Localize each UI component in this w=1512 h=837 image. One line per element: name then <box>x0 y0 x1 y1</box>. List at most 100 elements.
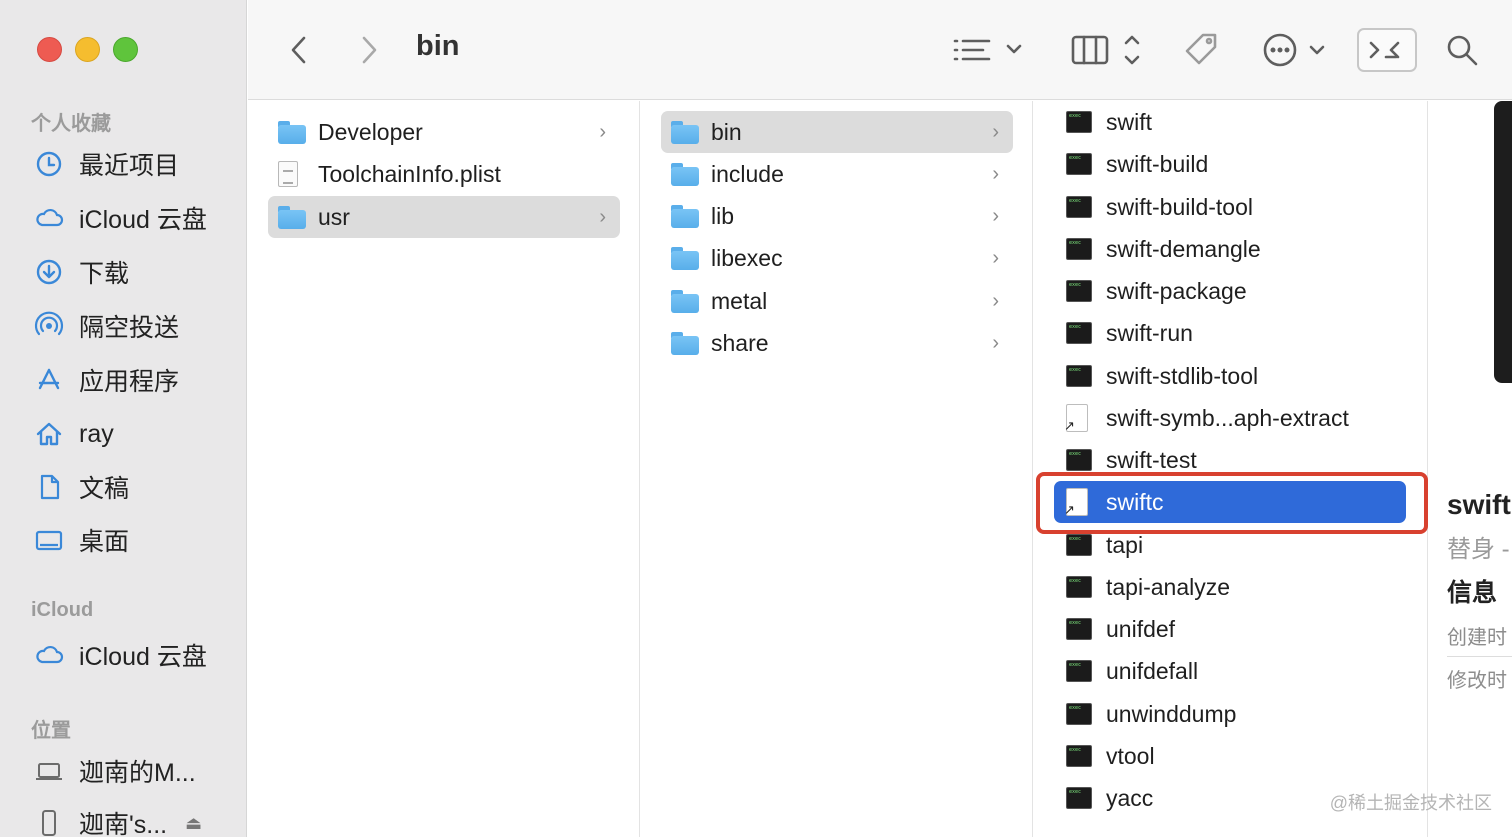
sidebar-item-label: 桌面 <box>79 528 130 556</box>
annotation-highlight-box <box>1036 472 1428 534</box>
sidebar-item-icloud-drive-2[interactable]: iCloud 云盘 <box>33 635 207 675</box>
chevron-right-icon: › <box>992 121 999 143</box>
item-name: swift-symb...aph-extract <box>1106 404 1349 431</box>
chevron-right-icon: › <box>992 247 999 269</box>
item-name: bin <box>711 118 742 145</box>
executable-icon <box>1066 194 1096 220</box>
item-name: lib <box>711 202 735 229</box>
list-item[interactable]: libexec › <box>661 237 1013 279</box>
sidebar-item-label: 下载 <box>79 260 130 288</box>
sidebar-item-home[interactable]: ray <box>33 414 114 454</box>
list-item[interactable]: unwinddump <box>1054 693 1406 735</box>
item-name: usr <box>318 203 350 230</box>
list-item[interactable]: swift-run <box>1054 312 1406 354</box>
sidebar-item-icloud-drive[interactable]: iCloud 云盘 <box>33 198 207 238</box>
executable-icon <box>1066 320 1096 346</box>
sidebar-item-label: 文稿 <box>79 475 130 503</box>
executable-icon <box>1066 236 1096 262</box>
terminal-button[interactable] <box>1357 28 1417 72</box>
executable-icon <box>1066 151 1096 177</box>
list-item[interactable]: Developer › <box>268 111 620 153</box>
item-name: unwinddump <box>1106 700 1237 727</box>
folder-icon <box>278 119 308 145</box>
column-2: bin › include › lib › libexec › metal › … <box>641 101 1033 837</box>
list-item[interactable]: unifdef <box>1054 608 1406 650</box>
executable-icon <box>1066 616 1096 642</box>
list-item[interactable]: unifdefall <box>1054 650 1406 692</box>
column-1: Developer › ToolchainInfo.plist usr › <box>248 101 640 837</box>
sidebar: 个人收藏 最近项目 iCloud 云盘 下载 隔空投送 应用程序 ray 文稿 … <box>0 0 247 837</box>
sidebar-item-applications[interactable]: 应用程序 <box>33 360 179 400</box>
phone-icon <box>33 807 65 837</box>
item-name: yacc <box>1106 784 1154 811</box>
executable-icon <box>1066 658 1096 684</box>
executable-icon <box>1066 785 1096 811</box>
preview-created-label: 创建时 <box>1447 627 1507 649</box>
folder-icon <box>671 119 701 145</box>
sidebar-item-label: 隔空投送 <box>79 314 180 342</box>
search-icon <box>1447 35 1478 66</box>
executable-icon <box>1066 574 1096 600</box>
item-name: swift-build-tool <box>1106 193 1253 220</box>
sidebar-item-recents[interactable]: 最近项目 <box>33 144 179 184</box>
list-item[interactable]: lib › <box>661 195 1013 237</box>
document-icon <box>33 471 65 503</box>
forward-button[interactable] <box>354 30 384 70</box>
preview-modified-label: 修改时 <box>1447 670 1507 692</box>
executable-icon <box>1066 447 1096 473</box>
sidebar-item-airdrop[interactable]: 隔空投送 <box>33 306 179 346</box>
laptop-icon <box>33 755 65 787</box>
folder-icon <box>671 161 701 187</box>
list-item[interactable]: ToolchainInfo.plist <box>268 153 620 195</box>
chevron-right-icon: › <box>992 163 999 185</box>
list-item[interactable]: swift-package <box>1054 270 1406 312</box>
zoom-window-button[interactable] <box>113 37 138 62</box>
cloud-icon <box>33 202 65 234</box>
sidebar-item-desktop[interactable]: 桌面 <box>33 520 129 560</box>
apps-icon <box>33 364 65 396</box>
eject-icon[interactable]: ⏏ <box>185 813 202 834</box>
sidebar-item-phone[interactable]: 迦南's... ⏏ <box>33 803 202 837</box>
list-item[interactable]: swift-stdlib-tool <box>1054 355 1406 397</box>
group-button[interactable] <box>1068 28 1144 72</box>
cloud-icon <box>33 639 65 671</box>
list-item[interactable]: swift-build-tool <box>1054 186 1406 228</box>
list-item[interactable]: ↗ swift-symb...aph-extract <box>1054 397 1406 439</box>
item-name: tapi <box>1106 531 1144 558</box>
list-item[interactable]: include › <box>661 153 1013 195</box>
back-button[interactable] <box>284 30 314 70</box>
divider <box>1447 656 1512 657</box>
search-button[interactable] <box>1442 30 1482 70</box>
list-item[interactable]: swift <box>1054 101 1406 143</box>
tag-icon <box>1185 33 1217 65</box>
item-name: unifdefall <box>1106 657 1199 684</box>
item-name: swift-run <box>1106 319 1193 346</box>
airdrop-icon <box>33 310 65 342</box>
tag-button[interactable] <box>1180 28 1222 72</box>
sidebar-item-mac[interactable]: 迦南的M... <box>33 751 196 791</box>
plist-file-icon <box>278 161 308 187</box>
list-item-selected[interactable]: bin › <box>661 111 1013 153</box>
list-item[interactable]: swift-demangle <box>1054 228 1406 270</box>
list-item[interactable]: vtool <box>1054 735 1406 777</box>
view-options-button[interactable] <box>950 30 1026 70</box>
watermark: @稀土掘金技术社区 <box>1329 793 1492 813</box>
item-name: tapi-analyze <box>1106 573 1231 600</box>
folder-icon <box>671 203 701 229</box>
list-item[interactable]: share › <box>661 322 1013 364</box>
locations-header: 位置 <box>31 720 71 742</box>
sidebar-item-documents[interactable]: 文稿 <box>33 467 129 507</box>
list-item[interactable]: swift-build <box>1054 143 1406 185</box>
close-window-button[interactable] <box>37 37 62 62</box>
list-item[interactable]: tapi-analyze <box>1054 566 1406 608</box>
list-item-selected[interactable]: usr › <box>268 196 620 238</box>
item-name: swift-demangle <box>1106 235 1261 262</box>
preview-info-header: 信息 <box>1447 579 1498 607</box>
folder-icon <box>671 330 701 356</box>
more-actions-button[interactable] <box>1260 28 1330 72</box>
executable-icon <box>1066 363 1096 389</box>
item-name: swift-stdlib-tool <box>1106 362 1259 389</box>
minimize-window-button[interactable] <box>75 37 100 62</box>
sidebar-item-downloads[interactable]: 下载 <box>33 252 129 292</box>
list-item[interactable]: metal › <box>661 280 1013 322</box>
